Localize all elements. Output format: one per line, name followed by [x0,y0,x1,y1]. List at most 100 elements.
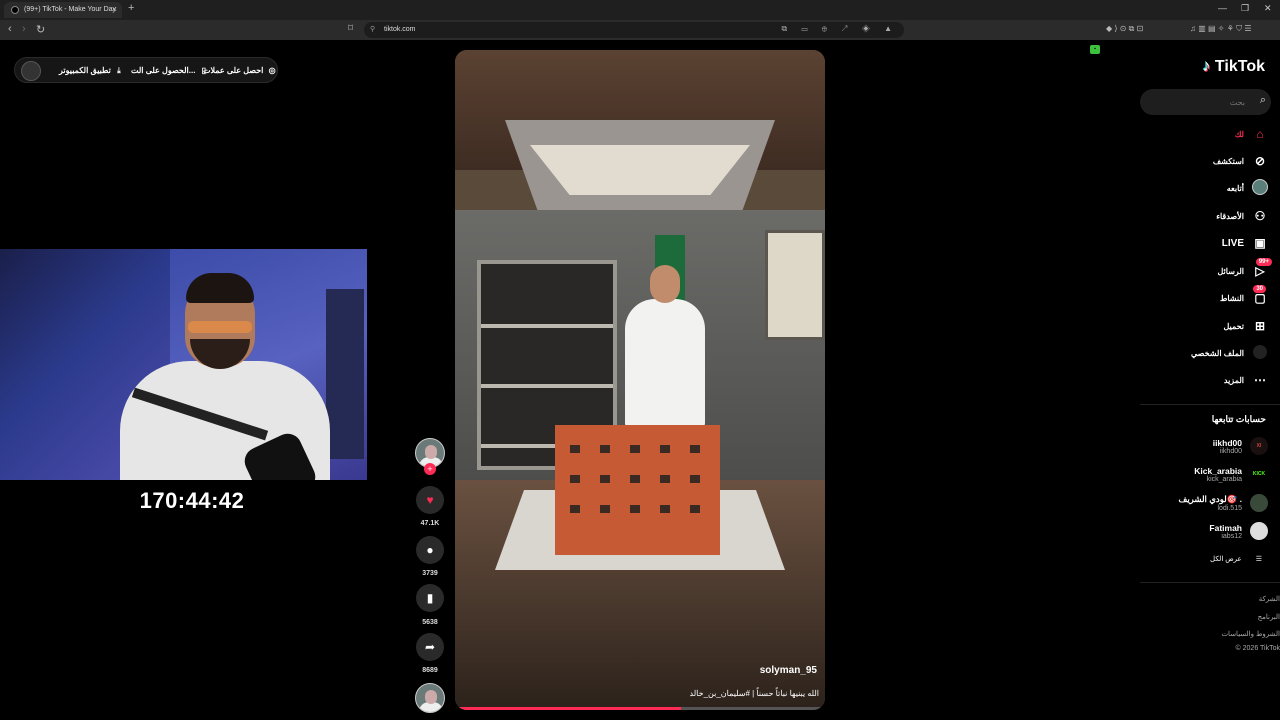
nav-activity[interactable]: النشاط ▢ 30 [1219,285,1268,308]
account-name: Fatimah [1209,522,1242,533]
top-promo-bar: تطبيق الكمبيوتر ⤓ الحصول على الت... ▯ اح… [14,57,278,83]
maximize-button[interactable]: ❐ [1241,3,1249,14]
get-app-label: الحصول على الت... [131,66,196,75]
logo-text: TikTok [1214,58,1265,75]
following-account[interactable]: Fatimah iabs12 [1209,518,1268,544]
user-avatar[interactable] [21,61,41,81]
address-url: tiktok.com [384,26,416,33]
activity-badge: 30 [1253,285,1266,293]
get-coins-label: احصل على عملات [203,66,264,75]
tiktok-logo[interactable]: ♪ TikTok [1202,58,1265,76]
share-button[interactable]: ➦ [416,633,444,661]
sound-avatar-button[interactable] [413,681,447,715]
calligraphy-frame [765,230,825,340]
nav-live[interactable]: LIVE ▣ [1222,233,1268,253]
nav-label: النشاط [1219,293,1244,303]
video-progress-fill [455,707,681,710]
account-avatar: XI [1250,437,1268,455]
nav-for-you[interactable]: لك ⌂ [1235,124,1268,144]
account-username: iikhd00 [1219,447,1242,455]
nav-explore[interactable]: استكشف ⊘ [1213,151,1268,171]
friends-icon: ⚇ [1254,209,1266,223]
following-account[interactable]: Kick_arabia kick_arabia KICK [1194,461,1268,487]
video-progress-bar[interactable] [455,707,825,710]
get-app-link[interactable]: الحصول على الت... ▯ [131,66,206,75]
extension-icon[interactable]: ◆ ⟩ ⊙ ⧉ ⊡ [1106,24,1143,34]
tiktok-note-icon: ♪ [1202,58,1211,75]
nav-label: لك [1234,129,1244,139]
sidebar-divider [1140,582,1280,583]
reload-icon[interactable]: ↻ [36,23,45,36]
search-input[interactable] [1150,93,1245,111]
comment-icon: ● [426,543,434,557]
sidebar: ♪ TikTok ⌕ لك ⌂ استكشف ⊘ أتابعه الأصدقاء… [1140,50,1280,720]
forward-icon[interactable]: › [22,23,26,35]
account-name: iikhd00 [1212,437,1242,448]
bookmark-icon[interactable]: ⌑ [348,23,353,34]
get-coins-link[interactable]: احصل على عملات ◎ [203,66,276,75]
streamer-figure [120,273,330,480]
messages-icon: ▷ 99+ [1252,258,1272,278]
author-avatar-button[interactable]: + [413,436,447,476]
search-icon[interactable]: ⌕ [1260,94,1266,107]
nav-friends[interactable]: الأصدقاء ⚇ [1216,206,1268,226]
search-box[interactable]: ⌕ [1140,89,1271,115]
footer-program-link[interactable]: البرنامج [1258,613,1280,621]
nav-profile[interactable]: الملف الشخصي [1191,343,1268,363]
browser-tab-bar: (99+) TikTok - Make Your Day × + — ❐ ✕ [0,0,1280,20]
webcam-overlay [0,249,367,480]
footer-copyright: © 2026 TikTok [1235,645,1280,652]
address-bar[interactable]: ⚲ tiktok.com ⧉ ▭ ⊕ ↗ ◈ ▲ [364,22,904,38]
browser-tab[interactable]: (99+) TikTok - Make Your Day × [4,2,122,18]
nav-label: الرسائل [1217,266,1245,276]
minimize-button[interactable]: — [1218,3,1227,13]
new-tab-button[interactable]: + [128,2,134,14]
nav-following[interactable]: أتابعه [1227,178,1268,198]
nav-messages[interactable]: الرسائل ▷ 99+ [1217,258,1272,281]
desktop-app-link[interactable]: تطبيق الكمبيوتر ⤓ [59,66,121,76]
heart-icon: ♥ [426,493,434,507]
account-username: iabs12 [1221,532,1242,540]
sidebar-divider [1140,404,1280,405]
like-button[interactable]: ♥ [416,486,444,514]
see-all-button[interactable]: عرض الكل ☰ [1210,555,1262,563]
site-info-icon[interactable]: ⚲ [370,25,375,33]
comment-button[interactable]: ● [416,536,444,564]
share-icon: ➦ [424,640,436,654]
nav-label: LIVE [1221,237,1244,249]
download-icon: ⤓ [117,66,121,75]
video-player[interactable]: solyman_95 الله يبنيها نباتاً حسناً | #س… [455,50,825,710]
tab-close-icon[interactable]: × [112,4,117,14]
bookmark-icon: ▮ [426,591,434,605]
save-button[interactable]: ▮ [416,584,444,612]
following-account[interactable]: iikhd00 iikhd00 XI [1213,433,1268,459]
nav-upload[interactable]: تحميل ⊞ [1224,316,1269,336]
nav-label: المزيد [1223,375,1244,385]
tiktok-favicon-icon [11,6,19,14]
profile-icon [1252,344,1268,362]
video-caption: الله يبنيها نباتاً حسناً | #سليمان_بن_خا… [689,689,819,698]
video-author[interactable]: solyman_95 [760,665,817,676]
account-username: kick_arabia [1206,475,1242,483]
address-bar-icons[interactable]: ⧉ ▭ ⊕ ↗ ◈ ▲ [782,24,898,34]
tab-title: (99+) TikTok - Make Your Day [24,6,117,13]
nav-label: الملف الشخصي [1190,348,1244,358]
footer-terms-link[interactable]: الشروط والسياسات [1221,630,1280,638]
sound-avatar [415,683,445,713]
save-count: 5638 [422,619,438,626]
home-icon: ⌂ [1256,127,1264,141]
nav-label: تحميل [1223,321,1245,331]
more-icon: ⋯ [1254,373,1266,387]
building-model [555,425,720,555]
footer-company-link[interactable]: الشركة [1259,595,1280,603]
toolbar-icons[interactable]: ♫ ▥ ▤ ✧ ⚘ ⛉ ☰ [1190,24,1252,34]
following-account[interactable]: لودي الشريف🎯 . lodi.515 [1179,490,1268,516]
comment-count: 3739 [422,570,438,577]
see-all-label: عرض الكل [1210,556,1242,563]
follow-plus-icon[interactable]: + [424,463,436,475]
close-window-button[interactable]: ✕ [1264,3,1272,14]
back-icon[interactable]: ‹ [8,23,12,35]
following-accounts-title: حسابات تتابعها [1211,414,1266,424]
extension-green-icon[interactable]: ▪ [1090,45,1100,54]
nav-more[interactable]: المزيد ⋯ [1224,370,1268,390]
